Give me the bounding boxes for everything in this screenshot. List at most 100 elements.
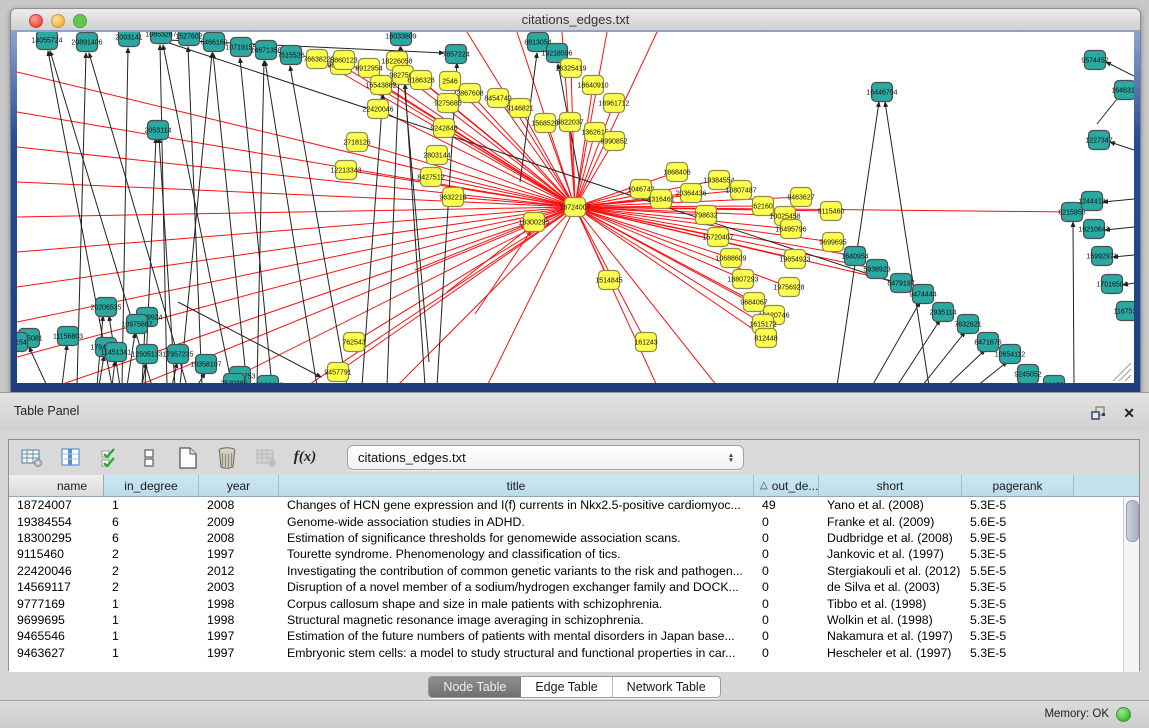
graph-node[interactable]: 9245052 <box>1014 365 1041 384</box>
graph-node[interactable]: 2053114 <box>145 121 172 140</box>
graph-node[interactable]: 9146821 <box>506 99 533 118</box>
new-column-icon[interactable] <box>177 447 199 469</box>
graph-node[interactable]: 15992971 <box>1086 247 1117 266</box>
graph-node[interactable]: 6479197 <box>887 274 914 293</box>
graph-node[interactable]: 8186328 <box>407 71 434 90</box>
citation-network-graph[interactable]: 1405572420891406209314110653267152760264… <box>17 32 1134 383</box>
show-columns-icon[interactable] <box>60 447 82 469</box>
table-row[interactable]: 2242004622012Investigating the contribut… <box>9 563 1139 579</box>
delete-column-icon[interactable] <box>216 447 238 469</box>
graph-node[interactable]: 1868406 <box>663 163 690 182</box>
graph-node[interactable]: 161243 <box>634 333 657 352</box>
column-header-in_degree[interactable]: in_degree <box>104 475 199 496</box>
close-panel-icon[interactable]: ✕ <box>1123 405 1135 421</box>
graph-node[interactable]: 798632 <box>694 206 717 225</box>
graph-node[interactable]: 5938923 <box>863 260 890 279</box>
graph-node[interactable]: 18807293 <box>727 270 758 289</box>
graph-node[interactable]: 10654112 <box>995 345 1026 364</box>
graph-node[interactable]: 1527602 <box>175 32 202 46</box>
graph-node[interactable]: 1568520 <box>531 114 558 133</box>
table-options-icon[interactable] <box>21 447 43 469</box>
graph-node[interactable]: 16446794 <box>866 83 897 102</box>
graph-node[interactable]: 1646312 <box>1111 81 1134 100</box>
table-row[interactable]: 1456911722003Disruption of a novel membe… <box>9 579 1139 595</box>
graph-node[interactable]: 1167531 <box>1114 302 1134 321</box>
graph-node[interactable]: 14055724 <box>31 32 62 50</box>
graph-node[interactable]: 20206535 <box>90 298 121 317</box>
table-row[interactable]: 946554611997Estimation of the future num… <box>9 628 1139 644</box>
graph-node[interactable]: 10653267 <box>145 32 176 44</box>
graph-node[interactable]: 18640910 <box>577 76 608 95</box>
graph-node[interactable]: 8427512 <box>417 168 444 187</box>
graph-node[interactable]: 8990852 <box>600 132 627 151</box>
graph-node[interactable]: 1227347 <box>1085 131 1112 150</box>
graph-node[interactable]: 19756928 <box>773 278 804 297</box>
graph-node[interactable]: 6466160 <box>200 33 227 52</box>
graph-node[interactable]: 2093141 <box>115 32 142 47</box>
window-titlebar[interactable]: citations_edges.txt <box>10 8 1141 32</box>
table-row[interactable]: 911546021997Tourette syndrome. Phenomeno… <box>9 546 1139 562</box>
column-header-pagerank[interactable]: pagerank <box>962 475 1074 496</box>
resize-grip-icon[interactable] <box>1119 369 1131 381</box>
table-select-dropdown[interactable]: citations_edges.txt ▲▼ <box>347 445 744 470</box>
tab-network-table[interactable]: Network Table <box>613 677 720 697</box>
graph-node[interactable]: 9115460 <box>818 202 845 221</box>
graph-node[interactable]: 16033809 <box>385 32 416 46</box>
graph-node[interactable]: 8860123 <box>330 51 357 70</box>
table-row[interactable]: 1830029562008Estimation of significance … <box>9 530 1139 546</box>
graph-node[interactable]: 7515526 <box>277 46 304 65</box>
graph-node[interactable]: 2546 <box>440 72 461 91</box>
table-row[interactable]: 1872400712008Changes of HCN gene express… <box>9 497 1139 513</box>
function-builder-icon[interactable]: f(x) <box>294 447 316 469</box>
graph-node[interactable]: 9275685 <box>434 94 461 113</box>
graph-node[interactable]: 12505133 <box>131 345 162 364</box>
graph-node[interactable]: 12213343 <box>330 161 361 180</box>
vertical-scrollbar[interactable] <box>1123 497 1139 672</box>
tab-node-table[interactable]: Node Table <box>429 677 521 697</box>
graph-node[interactable]: 10688609 <box>715 249 746 268</box>
graph-node[interactable]: 19654923 <box>779 250 810 269</box>
graph-node[interactable]: 2520365 <box>220 374 247 384</box>
column-header-out_de[interactable]: △out_de... <box>754 475 819 496</box>
graph-node[interactable]: 20364436 <box>675 184 706 203</box>
graph-node[interactable]: 8912954 <box>355 59 382 78</box>
column-header-title[interactable]: title <box>279 475 754 496</box>
graph-node[interactable]: 17957235 <box>162 345 193 364</box>
graph-node[interactable]: 2803144 <box>423 146 450 165</box>
graph-node[interactable]: 16210643 <box>1078 220 1109 239</box>
graph-node[interactable]: 1244413 <box>1078 192 1105 211</box>
graph-node[interactable]: 7632621 <box>954 315 981 334</box>
graph-node[interactable]: 11451341 <box>101 343 132 362</box>
network-canvas[interactable]: 1405572420891406209314110653267152760264… <box>17 32 1134 383</box>
graph-node[interactable]: 9463627 <box>787 188 814 207</box>
column-header-name[interactable]: name <box>9 475 104 496</box>
graph-node[interactable]: 20891406 <box>71 33 102 52</box>
graph-node[interactable]: 9457791 <box>324 363 351 382</box>
graph-node[interactable]: 17016504 <box>1096 275 1127 294</box>
row-height-icon[interactable] <box>138 447 160 469</box>
graph-node[interactable]: 8471676 <box>974 333 1001 352</box>
graph-node[interactable]: 9632216 <box>439 188 466 207</box>
resize-grip-icon[interactable] <box>1125 375 1131 381</box>
graph-node[interactable]: 9474444 <box>909 285 936 304</box>
scrollbar-thumb[interactable] <box>1126 500 1139 542</box>
table-row[interactable]: 969969511998Structural magnetic resonanc… <box>9 612 1139 628</box>
graph-node[interactable]: 11156803 <box>53 327 83 346</box>
graph-node[interactable]: 1316461 <box>647 190 674 209</box>
graph-node[interactable]: 10358107 <box>190 355 221 374</box>
column-header-year[interactable]: year <box>199 475 279 496</box>
memory-status-icon[interactable] <box>1116 707 1131 722</box>
column-header-short[interactable]: short <box>819 475 962 496</box>
graph-node[interactable]: 92450 <box>1044 376 1065 384</box>
graph-node[interactable]: 8822037 <box>556 113 583 132</box>
table-row[interactable]: 977716911998Corpus callosum shape and si… <box>9 595 1139 611</box>
graph-node[interactable]: 2718126 <box>343 133 370 152</box>
table-row[interactable]: 946362711997Embryonic stem cells: a mode… <box>9 645 1139 661</box>
graph-node[interactable]: 2935114 <box>930 303 957 322</box>
graph-node[interactable]: 9574452 <box>1081 51 1108 70</box>
graph-node[interactable]: 39154 <box>17 333 28 352</box>
select-columns-icon[interactable] <box>99 447 121 469</box>
tab-edge-table[interactable]: Edge Table <box>521 677 612 697</box>
graph-node[interactable]: 1640954 <box>841 247 868 266</box>
graph-node[interactable]: 16961712 <box>598 94 629 113</box>
